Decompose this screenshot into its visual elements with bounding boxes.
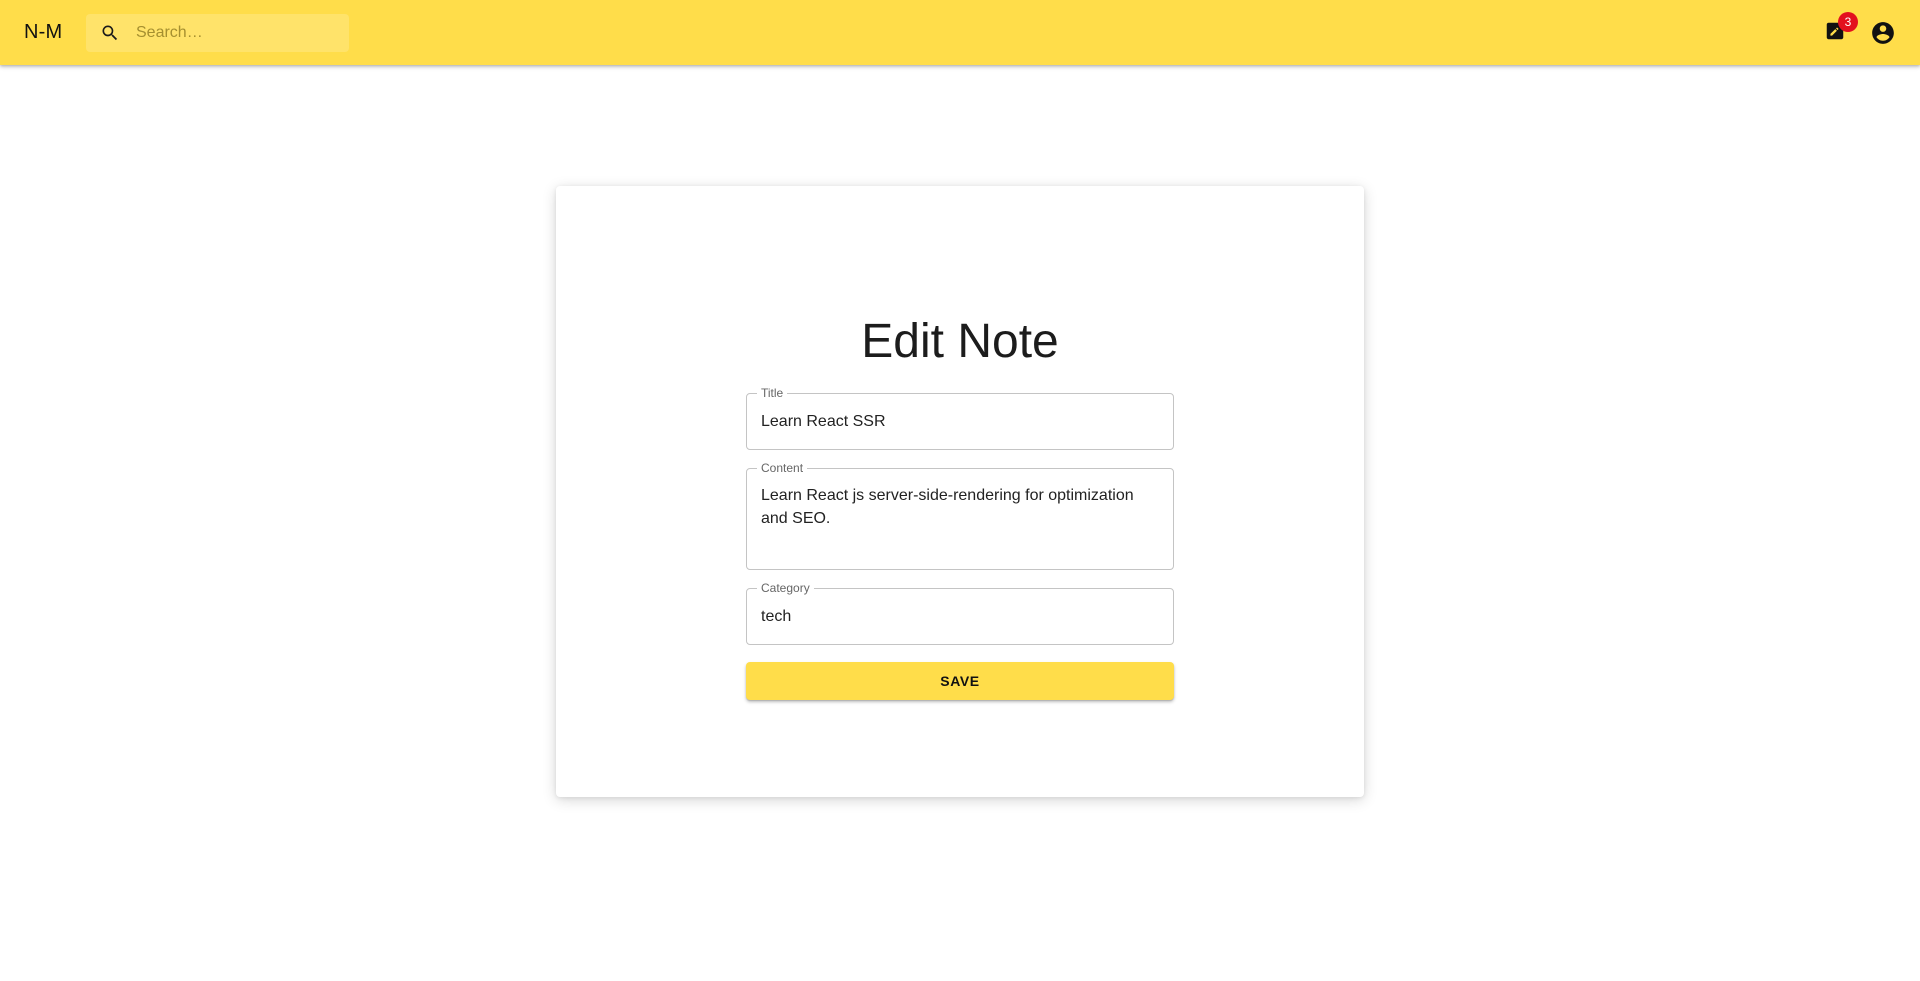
content-textarea[interactable]: Learn React js server-side-rendering for… — [761, 484, 1159, 556]
search-input[interactable] — [134, 14, 344, 52]
search-box[interactable] — [86, 14, 349, 52]
title-input[interactable]: Learn React SSR — [761, 410, 1159, 434]
title-field-label: Title — [757, 385, 788, 401]
app-bar: N-M 3 — [0, 0, 1920, 65]
title-field[interactable]: Title Learn React SSR — [746, 385, 1174, 450]
save-button[interactable]: SAVE — [746, 662, 1174, 700]
category-field-label: Category — [757, 580, 814, 596]
category-input[interactable]: tech — [761, 605, 1159, 629]
account-circle-icon — [1872, 22, 1894, 44]
notes-button[interactable]: 3 — [1822, 12, 1858, 46]
category-field[interactable]: Category tech — [746, 580, 1174, 645]
search-icon — [100, 23, 120, 43]
content-field[interactable]: Content Learn React js server-side-rende… — [746, 460, 1174, 570]
brand-logo[interactable]: N-M — [24, 20, 62, 44]
content-field-label: Content — [757, 460, 808, 476]
notes-count-badge: 3 — [1838, 12, 1858, 32]
page-title: Edit Note — [861, 315, 1059, 369]
edit-note-card: Edit Note Title Learn React SSR Content … — [556, 186, 1364, 797]
account-button[interactable] — [1870, 20, 1896, 46]
